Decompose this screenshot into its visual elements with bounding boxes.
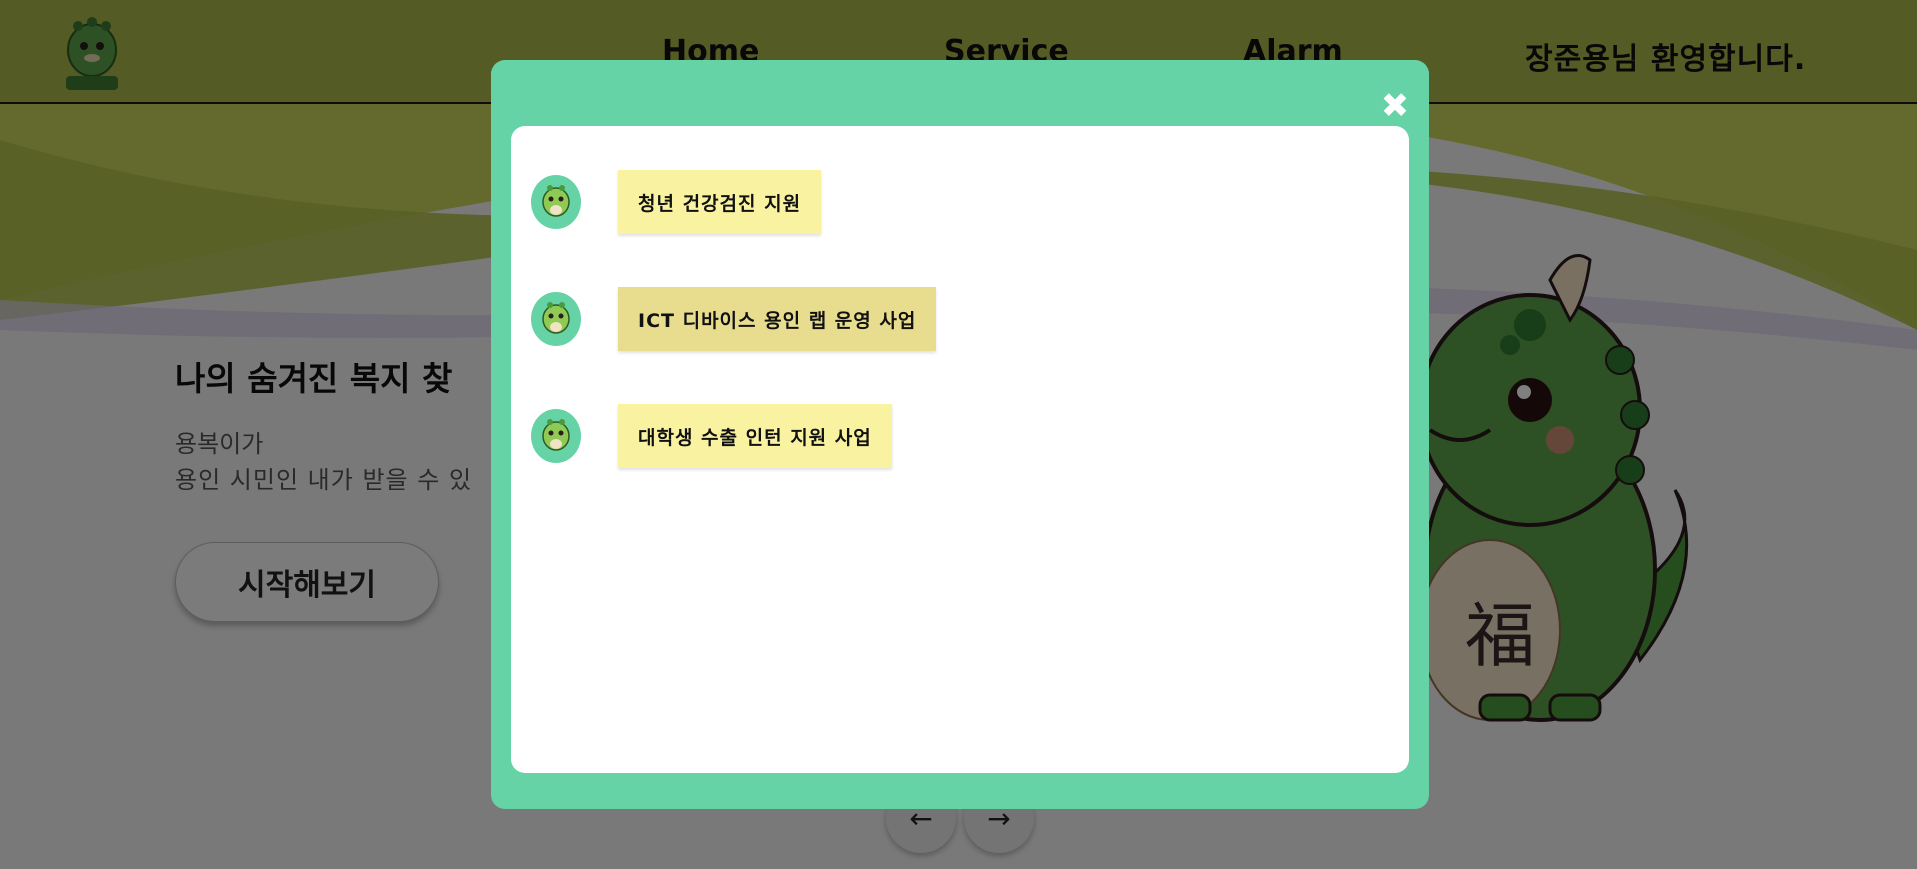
service-item-button[interactable]: 청년 건강검진 지원 <box>618 170 822 234</box>
list-item: 대학생 수출 인턴 지원 사업 <box>531 404 892 468</box>
list-item: ICT 디바이스 용인 랩 운영 사업 <box>531 287 937 351</box>
recommendation-modal: ✖ 청년 건강검진 지원 ICT 디바이스 용인 랩 운영 사업 대학생 수출 … <box>491 60 1429 809</box>
modal-content: 청년 건강검진 지원 ICT 디바이스 용인 랩 운영 사업 대학생 수출 인턴… <box>511 126 1409 773</box>
dragon-avatar-icon <box>531 292 581 346</box>
dragon-avatar-icon <box>531 409 581 463</box>
dragon-avatar-icon <box>531 175 581 229</box>
list-item: 청년 건강검진 지원 <box>531 170 822 234</box>
service-item-button[interactable]: ICT 디바이스 용인 랩 운영 사업 <box>618 287 937 351</box>
service-item-button[interactable]: 대학생 수출 인턴 지원 사업 <box>618 404 892 468</box>
close-icon: ✖ <box>1380 86 1410 126</box>
close-button[interactable]: ✖ <box>1375 86 1415 126</box>
